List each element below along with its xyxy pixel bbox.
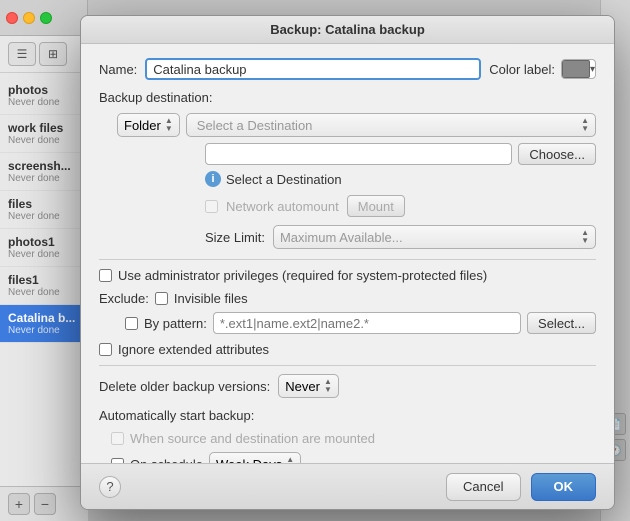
name-label: Name: bbox=[99, 62, 137, 77]
exclude-label: Exclude: bbox=[99, 291, 149, 306]
admin-label: Use administrator privileges (required f… bbox=[118, 268, 487, 283]
sidebar-item-screenshots[interactable]: screensh... Never done bbox=[0, 153, 87, 191]
name-row: Name: Color label: ▾ bbox=[99, 58, 596, 80]
ignore-row: Ignore extended attributes bbox=[99, 342, 596, 357]
dest-type-row: Folder ▲ ▼ Select a Destination ▲ ▼ bbox=[99, 113, 596, 137]
dialog-titlebar: Backup: Catalina backup bbox=[81, 16, 614, 44]
sidebar: ☰ ⊞ photos Never done work files Never d… bbox=[0, 0, 88, 521]
admin-row: Use administrator privileges (required f… bbox=[99, 268, 596, 283]
color-label-section: Color label: ▾ bbox=[489, 59, 596, 79]
sidebar-icon-list[interactable]: ☰ bbox=[8, 42, 36, 66]
path-input[interactable] bbox=[205, 143, 512, 165]
divider-2 bbox=[99, 365, 596, 366]
delete-row: Delete older backup versions: Never ▲ ▼ bbox=[99, 374, 596, 398]
dest-path-select[interactable]: Select a Destination ▲ ▼ bbox=[186, 113, 596, 137]
mount-button[interactable]: Mount bbox=[347, 195, 405, 217]
ok-button[interactable]: OK bbox=[531, 473, 597, 501]
help-button[interactable]: ? bbox=[99, 476, 121, 498]
invisible-checkbox[interactable] bbox=[155, 292, 168, 305]
info-message: i Select a Destination bbox=[99, 171, 596, 187]
pattern-input[interactable] bbox=[213, 312, 521, 334]
color-swatch bbox=[562, 60, 590, 78]
invisible-label: Invisible files bbox=[174, 291, 248, 306]
when-mounted-row: When source and destination are mounted bbox=[99, 431, 596, 446]
sidebar-toolbar: ☰ ⊞ bbox=[0, 36, 87, 73]
info-icon: i bbox=[205, 171, 221, 187]
cancel-button[interactable]: Cancel bbox=[446, 473, 520, 501]
sidebar-item-photos1[interactable]: photos1 Never done bbox=[0, 229, 87, 267]
divider-1 bbox=[99, 259, 596, 260]
on-schedule-row: On schedule Week Days ▲ ▼ bbox=[99, 452, 596, 463]
choose-button[interactable]: Choose... bbox=[518, 143, 596, 165]
pattern-row: By pattern: Select... bbox=[99, 312, 596, 334]
info-text: Select a Destination bbox=[226, 172, 342, 187]
maximize-button[interactable] bbox=[40, 12, 52, 24]
color-label-combo[interactable]: ▾ bbox=[561, 59, 596, 79]
automount-checkbox[interactable] bbox=[205, 200, 218, 213]
automount-label: Network automount bbox=[226, 199, 339, 214]
delete-value: Never bbox=[285, 379, 320, 394]
remove-backup-button[interactable]: − bbox=[34, 493, 56, 515]
backup-dest-label: Backup destination: bbox=[99, 90, 596, 105]
sidebar-icon-grid[interactable]: ⊞ bbox=[39, 42, 67, 66]
auto-start-label: Automatically start backup: bbox=[99, 408, 596, 423]
footer-buttons: Cancel OK bbox=[446, 473, 596, 501]
sidebar-footer: + − bbox=[0, 486, 88, 521]
sidebar-item-files1[interactable]: files1 Never done bbox=[0, 267, 87, 305]
path-row: Choose... bbox=[99, 143, 596, 165]
color-arrow-icon: ▾ bbox=[590, 64, 595, 75]
backup-dialog: Backup: Catalina backup Name: Color labe… bbox=[80, 15, 615, 510]
by-pattern-label: By pattern: bbox=[144, 316, 207, 331]
exclude-row: Exclude: Invisible files bbox=[99, 291, 596, 306]
schedule-arrows: ▲ ▼ bbox=[286, 456, 294, 463]
sidebar-item-files[interactable]: files Never done bbox=[0, 191, 87, 229]
delete-label: Delete older backup versions: bbox=[99, 379, 270, 394]
sidebar-item-photos[interactable]: photos Never done bbox=[0, 77, 87, 115]
dest-path-arrows: ▲ ▼ bbox=[581, 117, 589, 133]
dest-placeholder: Select a Destination bbox=[197, 118, 313, 133]
exclude-section: Exclude: Invisible files By pattern: Sel… bbox=[99, 291, 596, 334]
dialog-content: Name: Color label: ▾ Backup destination:… bbox=[81, 44, 614, 463]
sidebar-items-list: photos Never done work files Never done … bbox=[0, 73, 87, 347]
name-input[interactable] bbox=[145, 58, 481, 80]
window-controls bbox=[0, 0, 87, 36]
admin-checkbox[interactable] bbox=[99, 269, 112, 282]
size-limit-select[interactable]: Maximum Available... ▲ ▼ bbox=[273, 225, 596, 249]
dest-type-select[interactable]: Folder ▲ ▼ bbox=[117, 113, 180, 137]
sidebar-item-catalina[interactable]: Catalina b... Never done bbox=[0, 305, 87, 343]
dialog-footer: ? Cancel OK bbox=[81, 463, 614, 509]
automount-row: Network automount Mount bbox=[99, 195, 596, 217]
dialog-title: Backup: Catalina backup bbox=[270, 22, 425, 37]
size-limit-value: Maximum Available... bbox=[280, 230, 403, 245]
schedule-select[interactable]: Week Days ▲ ▼ bbox=[209, 452, 301, 463]
add-backup-button[interactable]: + bbox=[8, 493, 30, 515]
close-button[interactable] bbox=[6, 12, 18, 24]
dest-type-value: Folder bbox=[124, 118, 161, 133]
dest-type-arrows: ▲ ▼ bbox=[165, 117, 173, 133]
size-limit-arrows: ▲ ▼ bbox=[581, 229, 589, 245]
sidebar-item-workfiles[interactable]: work files Never done bbox=[0, 115, 87, 153]
size-limit-label: Size Limit: bbox=[205, 230, 265, 245]
color-label-text: Color label: bbox=[489, 62, 555, 77]
pattern-checkbox[interactable] bbox=[125, 317, 138, 330]
when-mounted-checkbox[interactable] bbox=[111, 432, 124, 445]
delete-arrows: ▲ ▼ bbox=[324, 378, 332, 394]
ignore-checkbox[interactable] bbox=[99, 343, 112, 356]
delete-select[interactable]: Never ▲ ▼ bbox=[278, 374, 339, 398]
minimize-button[interactable] bbox=[23, 12, 35, 24]
size-limit-row: Size Limit: Maximum Available... ▲ ▼ bbox=[99, 225, 596, 249]
select-button[interactable]: Select... bbox=[527, 312, 596, 334]
when-mounted-label: When source and destination are mounted bbox=[130, 431, 375, 446]
ignore-label: Ignore extended attributes bbox=[118, 342, 269, 357]
auto-section: Automatically start backup: When source … bbox=[99, 408, 596, 463]
